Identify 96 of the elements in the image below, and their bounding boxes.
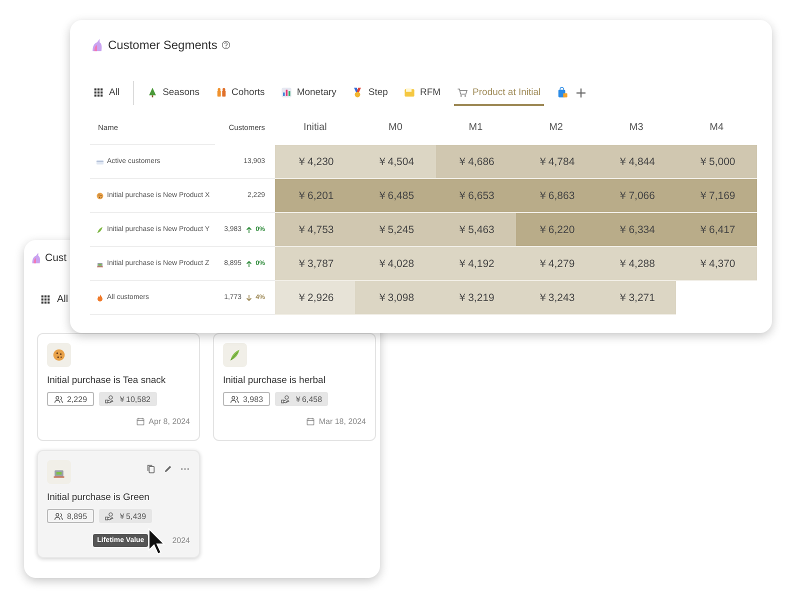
- column-header: M0: [387, 121, 404, 135]
- cookie-icon: [96, 192, 104, 200]
- arrow-up-icon: [244, 226, 253, 234]
- cursor-icon: [148, 528, 165, 555]
- edit-icon[interactable]: [163, 464, 173, 474]
- heatmap-cell: ￥7,169: [676, 179, 757, 213]
- heatmap-cell: ￥6,653: [436, 179, 516, 213]
- heatmap-cell: ￥5,245: [355, 213, 436, 247]
- column-header: M4: [708, 121, 725, 135]
- tab[interactable]: Monetary: [278, 80, 340, 106]
- window-title: Customer Segments: [108, 38, 218, 52]
- add-icon[interactable]: [574, 87, 587, 99]
- users-icon: [54, 512, 63, 520]
- money-hand-icon: [105, 512, 114, 520]
- heatmap-cell: ￥3,098: [355, 281, 436, 315]
- users-icon: [54, 394, 63, 404]
- heatmap-cell: ￥3,271: [596, 281, 676, 315]
- window-title: Cust: [45, 252, 67, 264]
- lifetime-value: ￥5,439: [118, 510, 146, 522]
- tab[interactable]: Step: [349, 80, 391, 106]
- calendar-icon: [136, 417, 145, 426]
- heatmap-cell: ￥7,066: [596, 179, 676, 213]
- column-header: M3: [628, 121, 644, 135]
- card-title: Initial purchase is herbal: [223, 375, 326, 386]
- leaf-icon: [228, 348, 242, 362]
- segment-card[interactable]: Initial purchase is herbal 3,983 ￥6,458 Mar 18, 2024: [213, 333, 376, 441]
- lifetime-value: ￥6,458: [294, 394, 322, 404]
- flame-icon: [96, 294, 104, 302]
- heatmap-cell: ￥4,028: [355, 247, 436, 281]
- date: 2024: [172, 536, 190, 545]
- cookie-icon: [52, 348, 66, 362]
- card-title: Initial purchase is Tea snack: [47, 375, 167, 386]
- tab-label: Step: [368, 86, 388, 98]
- card-icon: [96, 158, 104, 166]
- customer-count: 8,895: [67, 512, 88, 520]
- heatmap-cell: ￥6,220: [516, 213, 596, 247]
- heatmap-cell: ￥6,863: [516, 179, 596, 213]
- copy-icon[interactable]: [146, 464, 156, 474]
- tab-label: Cohorts: [232, 86, 265, 98]
- help-icon[interactable]: [221, 40, 232, 50]
- tab[interactable]: All: [57, 294, 68, 305]
- segment-card[interactable]: Initial purchase is Tea snack 2,229 ￥10,582 Apr 8, 2024: [37, 333, 200, 441]
- heatmap-cell: ￥6,334: [596, 213, 676, 247]
- column-header: Initial: [302, 121, 328, 135]
- heatmap-cell: ￥4,686: [436, 145, 516, 179]
- tab-label: RFM: [420, 86, 441, 98]
- heatmap-cell: ￥6,417: [676, 213, 757, 247]
- heatmap-cell: ￥3,787: [275, 247, 356, 281]
- heatmap-cell: ￥5,000: [676, 145, 757, 179]
- heatmap-cell: ￥4,784: [516, 145, 596, 179]
- tree-icon: [146, 86, 158, 98]
- arrow-down-icon: [244, 294, 253, 302]
- heatmap-cell: ￥3,243: [516, 281, 596, 315]
- heatmap-cell: ￥6,485: [355, 179, 436, 213]
- grid-icon: [93, 86, 104, 98]
- heatmap-cell: ￥4,370: [676, 247, 757, 281]
- tab-label: Seasons: [162, 86, 200, 98]
- date: Apr 8, 2024: [148, 417, 190, 426]
- heatmap-cell: ￥4,230: [275, 145, 356, 179]
- heatmap-cell: ￥2,926: [275, 281, 356, 315]
- calendar-icon: [306, 417, 315, 426]
- arrow-up-icon: [244, 260, 253, 268]
- grid-icon: [40, 294, 51, 305]
- tab-label: Monetary: [296, 86, 336, 98]
- heatmap-cell: ￥3,219: [436, 281, 516, 315]
- cart-icon: [456, 86, 468, 98]
- tab[interactable]: Seasons: [144, 80, 203, 106]
- heatmap-cell: ￥4,504: [355, 145, 436, 179]
- money-hand-icon: [281, 394, 290, 404]
- tab-label: All: [109, 86, 120, 98]
- lifetime-value: ￥10,582: [118, 394, 150, 404]
- heatmap-cell: ￥4,192: [436, 247, 516, 281]
- tab[interactable]: RFM: [400, 80, 444, 106]
- users-icon: [230, 394, 239, 404]
- medal-icon: [352, 86, 364, 98]
- tab-label: Product at Initial: [472, 86, 541, 98]
- card-title: Initial purchase is Green: [47, 492, 150, 503]
- people-icon: [216, 86, 227, 98]
- heatmap-cell: ￥4,288: [596, 247, 676, 281]
- customer-count: 2,229: [67, 394, 88, 404]
- leaf-icon: [96, 226, 104, 234]
- tab[interactable]: Cohorts: [212, 80, 268, 106]
- heatmap-cell: ￥4,753: [275, 213, 356, 247]
- customer-count: 3,983: [243, 394, 264, 404]
- money-hand-icon: [105, 394, 114, 404]
- column-header: M2: [548, 121, 564, 135]
- date: Mar 18, 2024: [318, 417, 366, 426]
- bag-icon: [556, 86, 568, 98]
- heatmap-cell: ￥5,463: [436, 213, 516, 247]
- column-header: M1: [468, 121, 484, 135]
- heatmap-cell: ￥4,279: [516, 247, 596, 281]
- tab[interactable]: All: [90, 80, 123, 106]
- heatmap-cell: ￥4,844: [596, 145, 676, 179]
- heatmap-cell: ￥6,201: [275, 179, 356, 213]
- folder-icon: [404, 86, 415, 98]
- bar-chart-icon: [280, 86, 292, 98]
